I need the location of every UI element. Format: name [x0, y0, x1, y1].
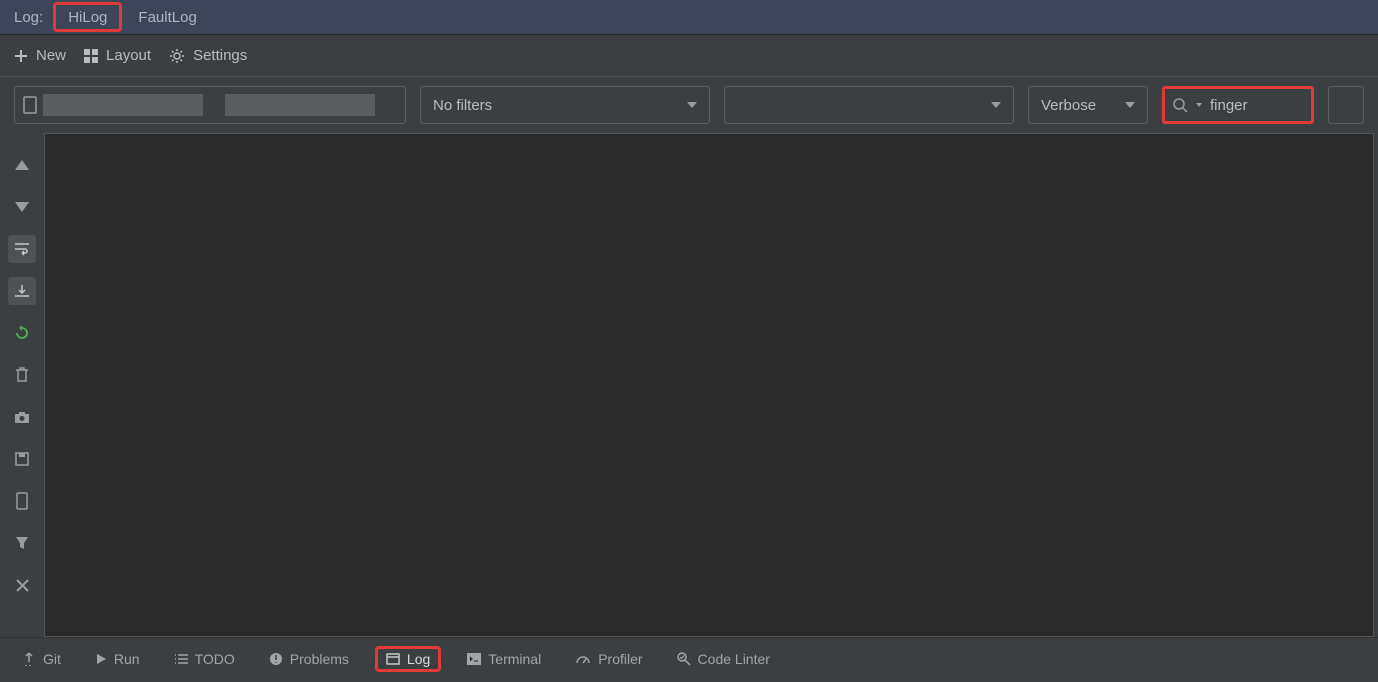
search-chevron-icon — [1196, 103, 1202, 107]
left-toolbar — [0, 133, 44, 637]
close-icon — [16, 579, 29, 592]
trash-button[interactable] — [8, 361, 36, 389]
filter-button[interactable] — [8, 529, 36, 557]
device-icon — [23, 96, 37, 114]
triangle-down-icon — [15, 202, 29, 212]
blurred-content — [225, 94, 375, 116]
device-selector[interactable] — [14, 86, 406, 124]
terminal-icon — [467, 653, 481, 665]
settings-label: Settings — [193, 47, 247, 64]
git-icon — [22, 652, 36, 666]
bottom-linter-label: Code Linter — [698, 651, 770, 667]
log-content-area[interactable] — [44, 133, 1374, 637]
tab-faultlog[interactable]: FaultLog — [126, 0, 208, 34]
search-box[interactable] — [1162, 86, 1314, 124]
bottom-profiler[interactable]: Profiler — [567, 647, 650, 671]
log-label: Log: — [14, 9, 43, 26]
restart-icon — [14, 325, 30, 341]
bottom-profiler-label: Profiler — [598, 651, 642, 667]
save-button[interactable] — [8, 445, 36, 473]
search-icon — [1173, 98, 1188, 113]
log-tabs-bar: Log: HiLog FaultLog — [0, 0, 1378, 35]
settings-button[interactable]: Settings — [169, 47, 247, 64]
scroll-up-button[interactable] — [8, 151, 36, 179]
blurred-content — [43, 94, 203, 116]
log-icon — [386, 652, 400, 666]
plus-icon — [14, 49, 28, 63]
bottom-linter[interactable]: Code Linter — [669, 647, 778, 671]
screenshot-button[interactable] — [8, 403, 36, 431]
device-button[interactable] — [8, 487, 36, 515]
warning-icon — [269, 652, 283, 666]
new-button[interactable]: New — [14, 47, 66, 64]
scroll-down-button[interactable] — [8, 193, 36, 221]
bottom-todo[interactable]: TODO — [166, 647, 243, 671]
bottom-log-label: Log — [407, 651, 430, 667]
level-dropdown-label: Verbose — [1041, 97, 1096, 114]
linter-icon — [677, 652, 691, 666]
scroll-end-button[interactable] — [8, 277, 36, 305]
wrap-button[interactable] — [8, 235, 36, 263]
bottom-terminal-label: Terminal — [488, 651, 541, 667]
funnel-icon — [15, 536, 29, 550]
bottom-todo-label: TODO — [195, 651, 235, 667]
bottom-terminal[interactable]: Terminal — [459, 647, 549, 671]
bottom-bar: Git Run TODO Problems Log Terminal Profi… — [0, 637, 1378, 679]
triangle-up-icon — [15, 160, 29, 170]
bottom-log[interactable]: Log — [375, 646, 441, 672]
camera-icon — [14, 411, 30, 424]
trash-icon — [15, 367, 29, 383]
chevron-down-icon — [687, 102, 697, 108]
list-icon — [174, 653, 188, 665]
main-area — [0, 133, 1378, 637]
chevron-down-icon — [1125, 102, 1135, 108]
new-label: New — [36, 47, 66, 64]
search-input[interactable] — [1210, 97, 1300, 114]
level-dropdown[interactable]: Verbose — [1028, 86, 1148, 124]
filter-row: No filters Verbose — [0, 77, 1378, 133]
tab-hilog-label: HiLog — [68, 9, 107, 26]
wrap-icon — [14, 242, 30, 256]
toolbar: New Layout Settings — [0, 35, 1378, 77]
tab-faultlog-label: FaultLog — [138, 9, 196, 26]
tab-hilog[interactable]: HiLog — [53, 2, 122, 32]
filter-dropdown-label: No filters — [433, 97, 492, 114]
bottom-run-label: Run — [114, 651, 140, 667]
layout-icon — [84, 49, 98, 63]
restart-button[interactable] — [8, 319, 36, 347]
layout-label: Layout — [106, 47, 151, 64]
layout-button[interactable]: Layout — [84, 47, 151, 64]
bottom-problems-label: Problems — [290, 651, 349, 667]
phone-icon — [16, 492, 28, 510]
chevron-down-icon — [991, 102, 1001, 108]
filter-dropdown[interactable]: No filters — [420, 86, 710, 124]
bottom-git-label: Git — [43, 651, 61, 667]
search-extra[interactable] — [1328, 86, 1364, 124]
gear-icon — [169, 48, 185, 64]
process-dropdown[interactable] — [724, 86, 1014, 124]
gauge-icon — [575, 653, 591, 665]
play-icon — [95, 653, 107, 665]
save-icon — [15, 452, 29, 466]
bottom-run[interactable]: Run — [87, 647, 148, 671]
bottom-git[interactable]: Git — [14, 647, 69, 671]
bottom-problems[interactable]: Problems — [261, 647, 357, 671]
scroll-end-icon — [14, 284, 30, 298]
close-button[interactable] — [8, 571, 36, 599]
